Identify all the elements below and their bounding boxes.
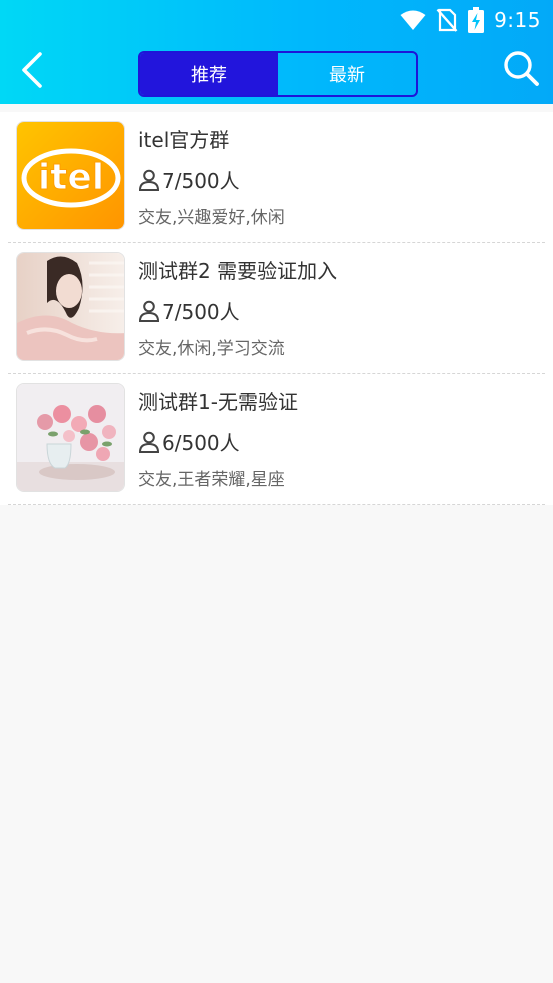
woman-photo-image (17, 253, 124, 360)
member-count: 7/500人 (138, 296, 240, 325)
chevron-left-icon (20, 51, 44, 93)
status-bar: 9:15 (0, 0, 553, 40)
no-signal-icon (436, 8, 458, 32)
top-bar: 9:15 推荐 最新 (0, 0, 553, 104)
tab-latest[interactable]: 最新 (278, 53, 416, 95)
group-tags: 交友,兴趣爱好,休闲 (138, 208, 285, 228)
search-icon (502, 49, 540, 91)
user-icon (138, 300, 160, 322)
list-item[interactable]: itel itel官方群 7/500人 交友,兴趣爱好,休闲 (8, 112, 545, 243)
group-name: itel官方群 (138, 128, 230, 152)
member-count-text: 7/500人 (162, 300, 240, 324)
battery-charging-icon (468, 7, 485, 33)
svg-text:itel: itel (38, 157, 104, 198)
wifi-icon (400, 9, 426, 31)
group-tags: 交友,王者荣耀,星座 (138, 470, 285, 490)
user-icon (138, 431, 160, 453)
group-avatar (16, 383, 125, 492)
itel-logo-image: itel (17, 122, 124, 229)
status-time: 9:15 (494, 8, 541, 32)
member-count-text: 6/500人 (162, 431, 240, 455)
group-avatar (16, 252, 125, 361)
list-item[interactable]: 测试群1-无需验证 6/500人 交友,王者荣耀,星座 (8, 374, 545, 505)
list-item[interactable]: 测试群2 需要验证加入 7/500人 交友,休闲,学习交流 (8, 243, 545, 374)
user-icon (138, 169, 160, 191)
roses-photo-image (17, 384, 124, 491)
tab-recommended[interactable]: 推荐 (140, 53, 278, 95)
search-button[interactable] (499, 48, 543, 92)
group-list: itel itel官方群 7/500人 交友,兴趣爱好,休闲 测试群2 需要验证… (0, 112, 553, 505)
status-icons: 9:15 (390, 7, 541, 33)
group-name: 测试群2 需要验证加入 (138, 259, 338, 283)
member-count-text: 7/500人 (162, 169, 240, 193)
back-button[interactable] (14, 50, 50, 94)
group-avatar: itel (16, 121, 125, 230)
group-tags: 交友,休闲,学习交流 (138, 339, 285, 359)
member-count: 6/500人 (138, 427, 240, 456)
group-name: 测试群1-无需验证 (138, 390, 298, 414)
tab-switcher: 推荐 最新 (138, 51, 418, 97)
member-count: 7/500人 (138, 165, 240, 194)
